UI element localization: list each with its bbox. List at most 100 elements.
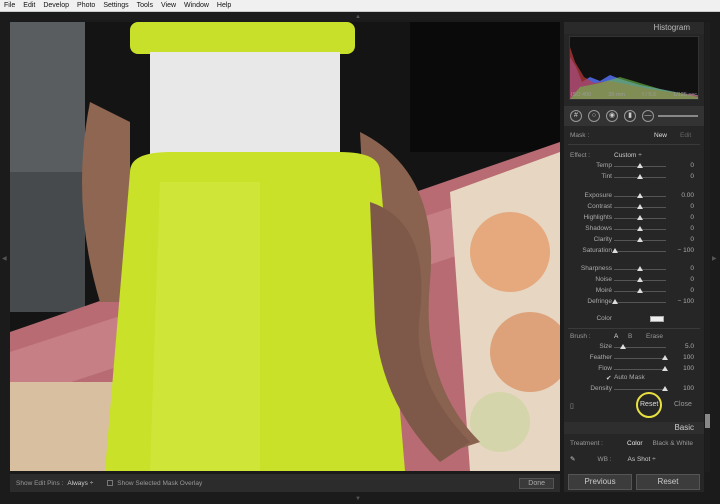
- slider-size[interactable]: Size 5.0: [564, 343, 704, 353]
- auto-mask-checkbox-icon[interactable]: ✔: [606, 374, 611, 382]
- aperture-value: f / 5.6: [642, 92, 657, 98]
- graduated-filter-icon[interactable]: ▮: [624, 110, 636, 122]
- slider-knob[interactable]: [637, 193, 643, 198]
- menu-develop[interactable]: Develop: [43, 2, 69, 9]
- scrollbar-thumb[interactable]: [705, 414, 710, 428]
- slider-knob[interactable]: [662, 366, 668, 371]
- slider-density[interactable]: Density 100: [564, 385, 704, 395]
- slider-knob[interactable]: [637, 266, 643, 271]
- slider-value[interactable]: 0: [690, 265, 694, 272]
- histogram-info: ISO 400 35 mm f / 5.6 1/125 sec: [569, 92, 699, 102]
- trash-icon[interactable]: ▯: [570, 402, 574, 410]
- slider-knob[interactable]: [620, 344, 626, 349]
- brush-b-button[interactable]: B: [628, 333, 632, 340]
- brush-erase-button[interactable]: Erase: [646, 333, 663, 340]
- slider-value[interactable]: 0: [690, 236, 694, 243]
- crop-tool-icon[interactable]: #: [570, 110, 582, 122]
- slider-value[interactable]: 0: [690, 214, 694, 221]
- slider-knob[interactable]: [637, 174, 643, 179]
- slider-track[interactable]: [614, 302, 666, 303]
- color-swatch[interactable]: [650, 316, 664, 322]
- menu-edit[interactable]: Edit: [23, 2, 35, 9]
- slider-shadows[interactable]: Shadows 0: [564, 225, 704, 235]
- auto-mask-row[interactable]: ✔ Auto Mask: [564, 374, 704, 384]
- menu-file[interactable]: File: [4, 2, 15, 9]
- slider-temp[interactable]: Temp 0: [564, 162, 704, 172]
- eyedropper-icon[interactable]: ✎: [570, 455, 575, 463]
- wb-select[interactable]: As Shot ÷: [628, 456, 656, 463]
- effect-preset-select[interactable]: Custom ÷: [614, 152, 642, 159]
- slider-tint[interactable]: Tint 0: [564, 173, 704, 183]
- slider-value[interactable]: 100: [683, 385, 694, 392]
- slider-knob[interactable]: [637, 204, 643, 209]
- menu-photo[interactable]: Photo: [77, 2, 95, 9]
- slider-value[interactable]: 0: [690, 287, 694, 294]
- slider-contrast[interactable]: Contrast 0: [564, 203, 704, 213]
- slider-feather[interactable]: Feather 100: [564, 354, 704, 364]
- top-panel-toggle-icon[interactable]: ▲: [355, 14, 361, 20]
- menu-tools[interactable]: Tools: [137, 2, 153, 9]
- done-button[interactable]: Done: [519, 477, 554, 489]
- mask-new-button[interactable]: New: [654, 132, 667, 139]
- menu-help[interactable]: Help: [217, 2, 231, 9]
- slider-value[interactable]: 0.00: [681, 192, 694, 199]
- slider-knob[interactable]: [662, 386, 668, 391]
- adjustment-brush-icon[interactable]: —: [642, 110, 654, 122]
- slider-track[interactable]: [614, 389, 666, 390]
- previous-button[interactable]: Previous: [568, 474, 632, 490]
- spot-removal-icon[interactable]: ○: [588, 110, 600, 122]
- reset-button[interactable]: Reset: [636, 474, 700, 490]
- slider-value[interactable]: − 100: [678, 247, 694, 254]
- slider-value[interactable]: 100: [683, 365, 694, 372]
- menu-view[interactable]: View: [161, 2, 176, 9]
- reset-mask-button[interactable]: Reset: [640, 401, 658, 408]
- slider-value[interactable]: 0: [690, 225, 694, 232]
- photo-canvas[interactable]: [10, 22, 560, 471]
- right-panel-toggle-icon[interactable]: ▶: [712, 255, 717, 262]
- slider-value[interactable]: 100: [683, 354, 694, 361]
- left-panel-toggle-icon[interactable]: ◀: [2, 255, 7, 262]
- slider-saturation[interactable]: Saturation − 100: [564, 247, 704, 257]
- slider-value[interactable]: − 100: [678, 298, 694, 305]
- treatment-color-button[interactable]: Color: [627, 440, 643, 447]
- slider-clarity[interactable]: Clarity 0: [564, 236, 704, 246]
- slider-value[interactable]: 5.0: [685, 343, 694, 350]
- close-button[interactable]: Close: [674, 401, 692, 408]
- right-panel-scrollbar[interactable]: [705, 22, 710, 472]
- mask-edit-button[interactable]: Edit: [680, 132, 691, 139]
- slider-knob[interactable]: [662, 355, 668, 360]
- slider-knob[interactable]: [637, 226, 643, 231]
- menu-settings[interactable]: Settings: [103, 2, 128, 9]
- slider-defringe[interactable]: Defringe − 100: [564, 298, 704, 308]
- slider-highlights[interactable]: Highlights 0: [564, 214, 704, 224]
- red-eye-icon[interactable]: ◉: [606, 110, 618, 122]
- menu-window[interactable]: Window: [184, 2, 209, 9]
- slider-value[interactable]: 0: [690, 173, 694, 180]
- slider-value[interactable]: 0: [690, 162, 694, 169]
- treatment-bw-button[interactable]: Black & White: [653, 440, 693, 447]
- slider-track[interactable]: [614, 369, 666, 370]
- slider-track[interactable]: [614, 251, 666, 252]
- slider-knob[interactable]: [637, 277, 643, 282]
- slider-value[interactable]: 0: [690, 203, 694, 210]
- slider-knob[interactable]: [612, 248, 618, 253]
- slider-knob[interactable]: [637, 237, 643, 242]
- slider-knob[interactable]: [637, 215, 643, 220]
- edit-pins-select[interactable]: Always ÷: [67, 480, 93, 487]
- slider-knob[interactable]: [637, 163, 643, 168]
- slider-noise[interactable]: Noise 0: [564, 276, 704, 286]
- slider-sharpness[interactable]: Sharpness 0: [564, 265, 704, 275]
- slider-knob[interactable]: [612, 299, 618, 304]
- mask-overlay-checkbox[interactable]: [107, 480, 114, 486]
- bottom-panel-toggle-icon[interactable]: ▼: [355, 496, 361, 502]
- slider-moire[interactable]: Moiré 0: [564, 287, 704, 297]
- tool-slider[interactable]: [658, 115, 698, 117]
- basic-panel-header[interactable]: Basic: [564, 422, 704, 434]
- slider-knob[interactable]: [637, 288, 643, 293]
- histogram-title[interactable]: Histogram: [564, 22, 704, 34]
- slider-value[interactable]: 0: [690, 276, 694, 283]
- slider-label: Shadows: [585, 225, 612, 232]
- brush-a-button[interactable]: A: [614, 333, 618, 340]
- slider-track[interactable]: [614, 358, 666, 359]
- slider-exposure[interactable]: Exposure 0.00: [564, 192, 704, 202]
